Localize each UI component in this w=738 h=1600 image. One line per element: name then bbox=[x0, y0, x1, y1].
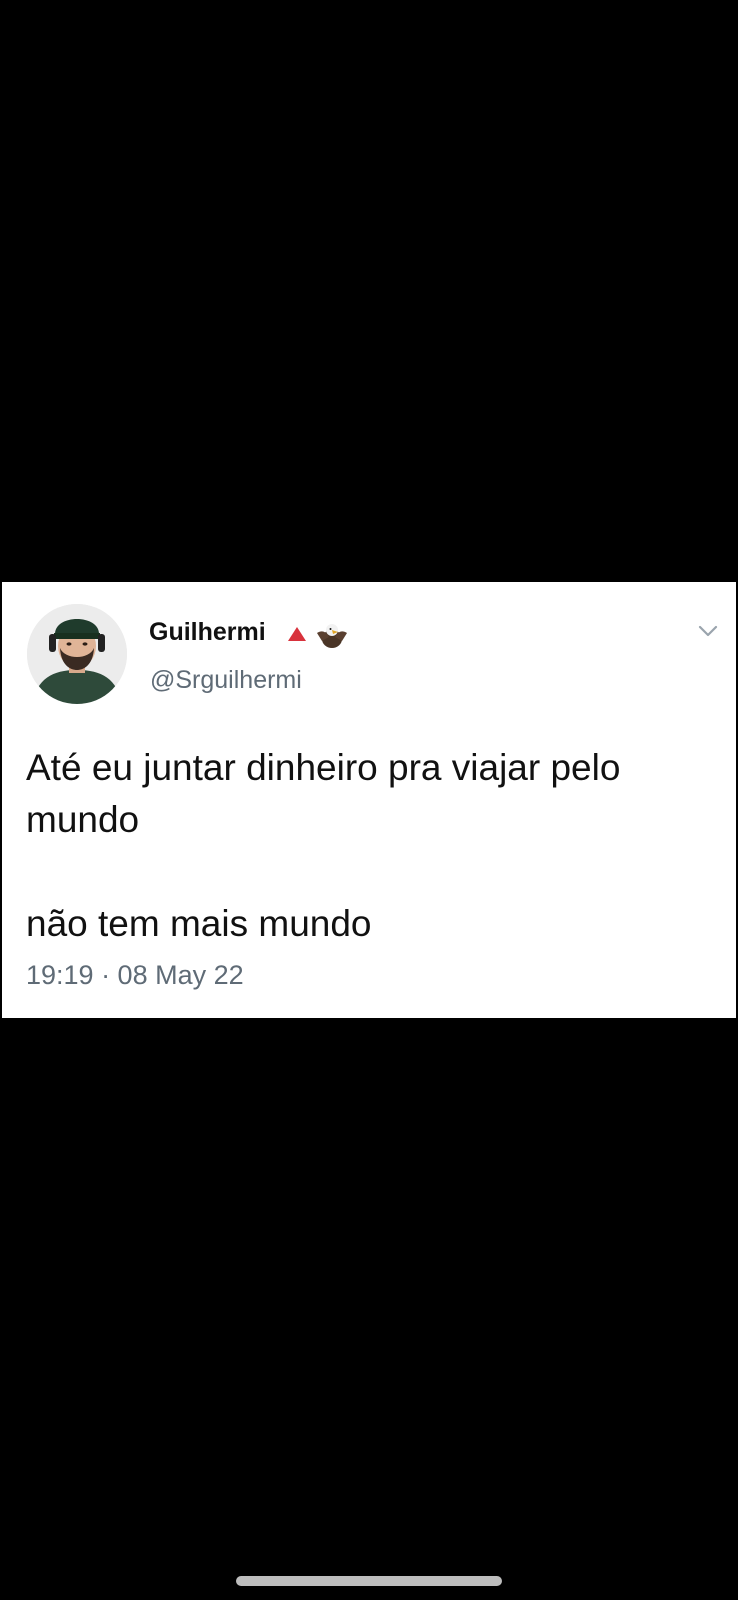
screen: Guilhermi @Srguilhermi Até eu juntar din… bbox=[0, 0, 738, 1600]
chevron-down-icon[interactable] bbox=[697, 620, 719, 642]
tweet-card[interactable]: Guilhermi @Srguilhermi Até eu juntar din… bbox=[2, 582, 736, 1018]
tweet-text: Até eu juntar dinheiro pra viajar pelo m… bbox=[26, 742, 716, 950]
display-name[interactable]: Guilhermi bbox=[149, 618, 266, 647]
tweet-timestamp[interactable]: 19:19 · 08 May 22 bbox=[26, 960, 244, 991]
tweet-text-line: Até eu juntar dinheiro pra viajar pelo m… bbox=[26, 747, 621, 840]
tweet-text-line: não tem mais mundo bbox=[26, 903, 372, 944]
red-triangle-icon bbox=[288, 627, 306, 641]
eagle-icon bbox=[317, 624, 347, 648]
home-indicator[interactable] bbox=[236, 1576, 502, 1586]
user-handle[interactable]: @Srguilhermi bbox=[150, 666, 302, 695]
avatar[interactable] bbox=[27, 604, 127, 704]
avatar-image bbox=[27, 604, 127, 704]
